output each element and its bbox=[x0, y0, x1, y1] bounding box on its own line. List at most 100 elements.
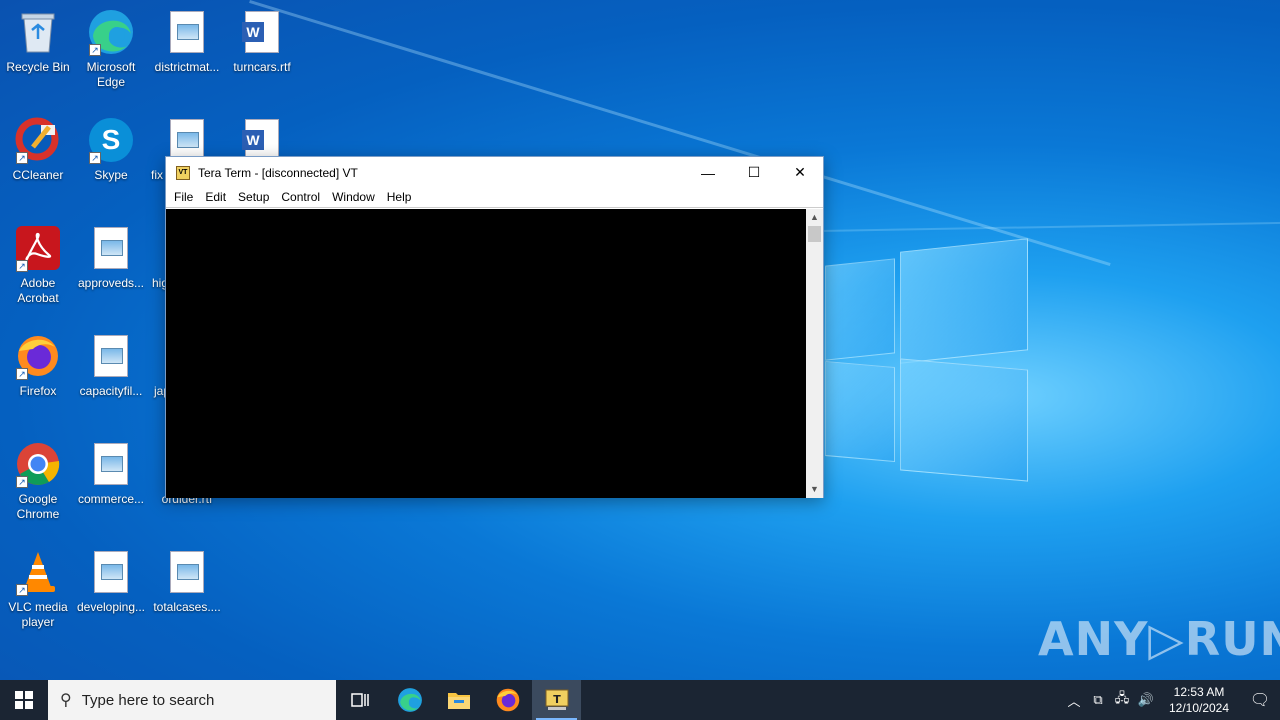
firefox-icon bbox=[496, 688, 519, 712]
scroll-thumb[interactable] bbox=[808, 226, 821, 242]
start-button[interactable] bbox=[0, 680, 48, 720]
shortcut-arrow-icon: ↗ bbox=[16, 368, 28, 380]
taskbar-clock[interactable]: 12:53 AM 12/10/2024 bbox=[1164, 684, 1234, 716]
taskbar-firefox[interactable] bbox=[483, 680, 532, 720]
svg-text:T: T bbox=[553, 693, 561, 706]
vertical-scrollbar[interactable]: ▲ ▼ bbox=[806, 209, 823, 498]
desktop-icon-label: districtmat... bbox=[154, 60, 220, 74]
windows-logo-icon bbox=[15, 691, 33, 709]
taskbar-file-explorer[interactable] bbox=[434, 680, 483, 720]
menu-edit[interactable]: Edit bbox=[199, 188, 232, 207]
desktop-icon-file[interactable]: districtmat... bbox=[149, 8, 225, 75]
image-file-icon bbox=[94, 227, 128, 269]
image-file-icon bbox=[94, 551, 128, 593]
shortcut-arrow-icon: ↗ bbox=[16, 584, 28, 596]
desktop-icon-label: capacityfil... bbox=[79, 384, 143, 398]
desktop-icon-label: CCleaner bbox=[12, 168, 64, 182]
terminal-area[interactable] bbox=[166, 209, 807, 498]
wallpaper-logo-pane bbox=[900, 358, 1028, 482]
desktop-icon-file[interactable]: approveds... bbox=[73, 224, 149, 291]
desktop-icon-skype[interactable]: S ↗ Skype bbox=[73, 116, 149, 183]
skype-icon: S ↗ bbox=[87, 116, 135, 164]
desktop-icon-recycle-bin[interactable]: Recycle Bin bbox=[0, 8, 76, 75]
desktop-icon-label: commerce... bbox=[77, 492, 144, 506]
maximize-button[interactable]: ☐ bbox=[731, 157, 777, 188]
image-file-icon bbox=[170, 11, 204, 53]
close-button[interactable]: ✕ bbox=[777, 157, 823, 188]
menu-file[interactable]: File bbox=[168, 188, 199, 207]
desktop-icon-google-chrome[interactable]: ↗ Google Chrome bbox=[0, 440, 76, 522]
folder-icon bbox=[447, 693, 470, 709]
edge-icon bbox=[397, 688, 422, 712]
menu-setup[interactable]: Setup bbox=[232, 188, 275, 207]
desktop-icon-label: Google Chrome bbox=[16, 492, 60, 521]
desktop-icon-label: Adobe Acrobat bbox=[17, 276, 59, 305]
desktop-icon-vlc[interactable]: ↗ VLC media player bbox=[0, 548, 76, 630]
teraterm-app-icon[interactable]: VT bbox=[176, 165, 190, 180]
word-document-icon: W bbox=[242, 11, 279, 53]
minimize-button[interactable]: — bbox=[685, 157, 731, 188]
desktop-icon-file[interactable]: W turncars.rtf bbox=[224, 8, 300, 75]
desktop-icon-label: Microsoft Edge bbox=[86, 60, 136, 89]
task-view-button[interactable] bbox=[336, 680, 385, 720]
menu-window[interactable]: Window bbox=[326, 188, 381, 207]
window-titlebar[interactable]: VT Tera Term - [disconnected] VT — ☐ ✕ bbox=[166, 157, 823, 188]
chrome-icon: ↗ bbox=[14, 440, 62, 488]
menu-control[interactable]: Control bbox=[275, 188, 326, 207]
adobe-acrobat-icon: ↗ bbox=[14, 224, 62, 272]
scroll-down-icon[interactable]: ▼ bbox=[806, 481, 823, 498]
shortcut-arrow-icon: ↗ bbox=[89, 152, 101, 164]
word-document-icon: W bbox=[242, 119, 279, 161]
image-file-icon bbox=[94, 443, 128, 485]
search-icon: ⚲ bbox=[60, 692, 72, 709]
window-title: Tera Term - [disconnected] VT bbox=[198, 165, 358, 180]
desktop-icon-label: Recycle Bin bbox=[6, 60, 70, 74]
wallpaper-logo-pane bbox=[900, 238, 1028, 364]
task-view-icon bbox=[350, 693, 369, 707]
wallpaper-light-beam bbox=[820, 221, 1280, 232]
wallpaper-logo-pane bbox=[825, 258, 895, 361]
image-file-icon bbox=[94, 335, 128, 377]
taskbar-search-box[interactable]: ⚲ Type here to search bbox=[48, 680, 336, 720]
system-tray: ︿ ⧉ 🖧 🔊 12:53 AM 12/10/2024 🗨 bbox=[1062, 680, 1280, 720]
desktop-icon-label: VLC media player bbox=[8, 600, 68, 629]
desktop-icon-file[interactable]: commerce... bbox=[73, 440, 149, 507]
network-icon[interactable]: 🖧 bbox=[1110, 689, 1134, 711]
desktop-icon-label: totalcases.... bbox=[153, 600, 221, 614]
desktop-icon-label: developing... bbox=[76, 600, 146, 614]
desktop-icon-label: approveds... bbox=[77, 276, 145, 290]
ccleaner-icon: ↗ bbox=[14, 116, 62, 164]
desktop-icon-adobe-acrobat[interactable]: ↗ Adobe Acrobat bbox=[0, 224, 76, 306]
volume-icon[interactable]: 🔊 bbox=[1134, 692, 1158, 708]
desktop-icon-file[interactable]: capacityfil... bbox=[73, 332, 149, 399]
menu-bar: File Edit Setup Control Window Help bbox=[166, 188, 823, 208]
firefox-icon: ↗ bbox=[14, 332, 62, 380]
desktop-icon-firefox[interactable]: ↗ Firefox bbox=[0, 332, 76, 399]
vlc-cone-icon: ↗ bbox=[14, 548, 62, 596]
desktop-icon-label: Skype bbox=[94, 168, 128, 182]
menu-help[interactable]: Help bbox=[381, 188, 418, 207]
show-hidden-icons-chevron-icon[interactable]: ︿ bbox=[1062, 691, 1086, 710]
notification-center-icon[interactable]: 🗨 bbox=[1240, 690, 1280, 710]
image-file-icon bbox=[170, 551, 204, 593]
desktop-icon-file[interactable]: totalcases.... bbox=[149, 548, 225, 615]
teraterm-window[interactable]: VT Tera Term - [disconnected] VT — ☐ ✕ F… bbox=[165, 156, 824, 498]
desktop-icon-file[interactable]: developing... bbox=[73, 548, 149, 615]
clock-date: 12/10/2024 bbox=[1168, 701, 1230, 715]
search-placeholder: Type here to search bbox=[81, 691, 215, 709]
wallpaper-logo-pane bbox=[825, 360, 895, 463]
desktop-icon-label: Firefox bbox=[19, 384, 57, 398]
scroll-up-icon[interactable]: ▲ bbox=[806, 209, 823, 226]
desktop-icon-label: turncars.rtf bbox=[233, 60, 291, 74]
clock-time: 12:53 AM bbox=[1173, 685, 1225, 699]
desktop-icon-ccleaner[interactable]: ↗ CCleaner bbox=[0, 116, 76, 183]
shortcut-arrow-icon: ↗ bbox=[16, 152, 28, 164]
teraterm-icon: T bbox=[545, 689, 568, 710]
taskbar-edge[interactable] bbox=[385, 680, 434, 720]
meet-now-icon[interactable]: ⧉ bbox=[1086, 692, 1110, 708]
taskbar-teraterm[interactable]: T bbox=[532, 680, 581, 720]
shortcut-arrow-icon: ↗ bbox=[89, 44, 101, 56]
anyrun-watermark: ANY▷RUN bbox=[1038, 612, 1280, 666]
recycle-bin-icon bbox=[14, 8, 62, 56]
desktop-icon-microsoft-edge[interactable]: ↗ Microsoft Edge bbox=[73, 8, 149, 90]
